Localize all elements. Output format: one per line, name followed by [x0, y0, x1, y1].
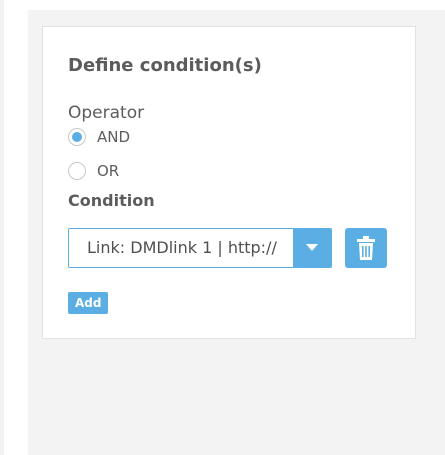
condition-panel: Define condition(s) Operator AND OR Cond…: [42, 26, 416, 339]
and-radio-button[interactable]: [68, 128, 86, 146]
or-radio-button[interactable]: [68, 162, 86, 180]
condition-select-value: Link: DMDlink 1 | http://: [87, 238, 277, 257]
delete-condition-button[interactable]: [345, 228, 387, 268]
condition-label: Condition: [68, 191, 155, 210]
dropdown-toggle[interactable]: [293, 229, 331, 267]
left-border-strip: [0, 0, 4, 455]
trash-icon: [357, 236, 375, 260]
operator-and-option[interactable]: AND: [68, 126, 130, 148]
content-area: Define condition(s) Operator AND OR Cond…: [28, 10, 445, 455]
add-condition-button[interactable]: Add: [68, 292, 109, 314]
condition-select[interactable]: Link: DMDlink 1 | http://: [68, 228, 332, 268]
chevron-down-icon: [306, 244, 318, 251]
operator-or-option[interactable]: OR: [68, 160, 119, 182]
or-radio-label: OR: [97, 162, 120, 180]
and-radio-label: AND: [97, 128, 131, 146]
panel-title: Define condition(s): [68, 55, 262, 76]
operator-label: Operator: [68, 103, 145, 123]
